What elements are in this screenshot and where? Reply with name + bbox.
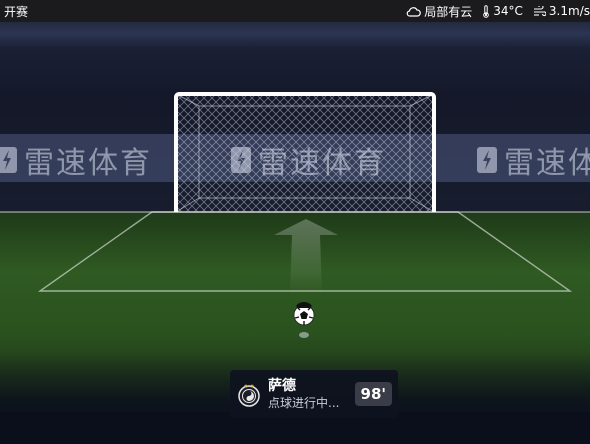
wind-icon — [533, 5, 546, 16]
team-name: 萨德 — [268, 378, 296, 394]
weather-info: 局部有云 34°C 3.1m/s — [406, 3, 590, 20]
temperature-value: 34°C — [493, 4, 523, 18]
weather-label: 局部有云 — [424, 4, 473, 19]
shot-direction-arrow — [274, 219, 338, 294]
weather-condition: 局部有云 — [406, 3, 472, 20]
thermometer-icon — [483, 4, 490, 18]
event-texts: 萨德 点球进行中... — [268, 377, 339, 411]
event-description: 点球进行中... — [268, 396, 340, 410]
cloud-icon — [406, 6, 422, 17]
match-status: 开赛 — [4, 4, 29, 19]
status-bar: 开赛 局部有云 34°C 3.1m/s — [0, 0, 590, 22]
event-card: 萨德 点球进行中... 98' — [230, 370, 398, 418]
football-icon — [293, 302, 315, 326]
wind: 3.1m/s — [533, 4, 590, 18]
goal — [174, 92, 436, 213]
team-crest-icon — [238, 384, 260, 407]
wind-value: 3.1m/s — [548, 4, 590, 18]
temperature: 34°C — [482, 4, 523, 18]
match-minute: 98' — [354, 382, 392, 406]
ball-shadow — [299, 332, 309, 338]
